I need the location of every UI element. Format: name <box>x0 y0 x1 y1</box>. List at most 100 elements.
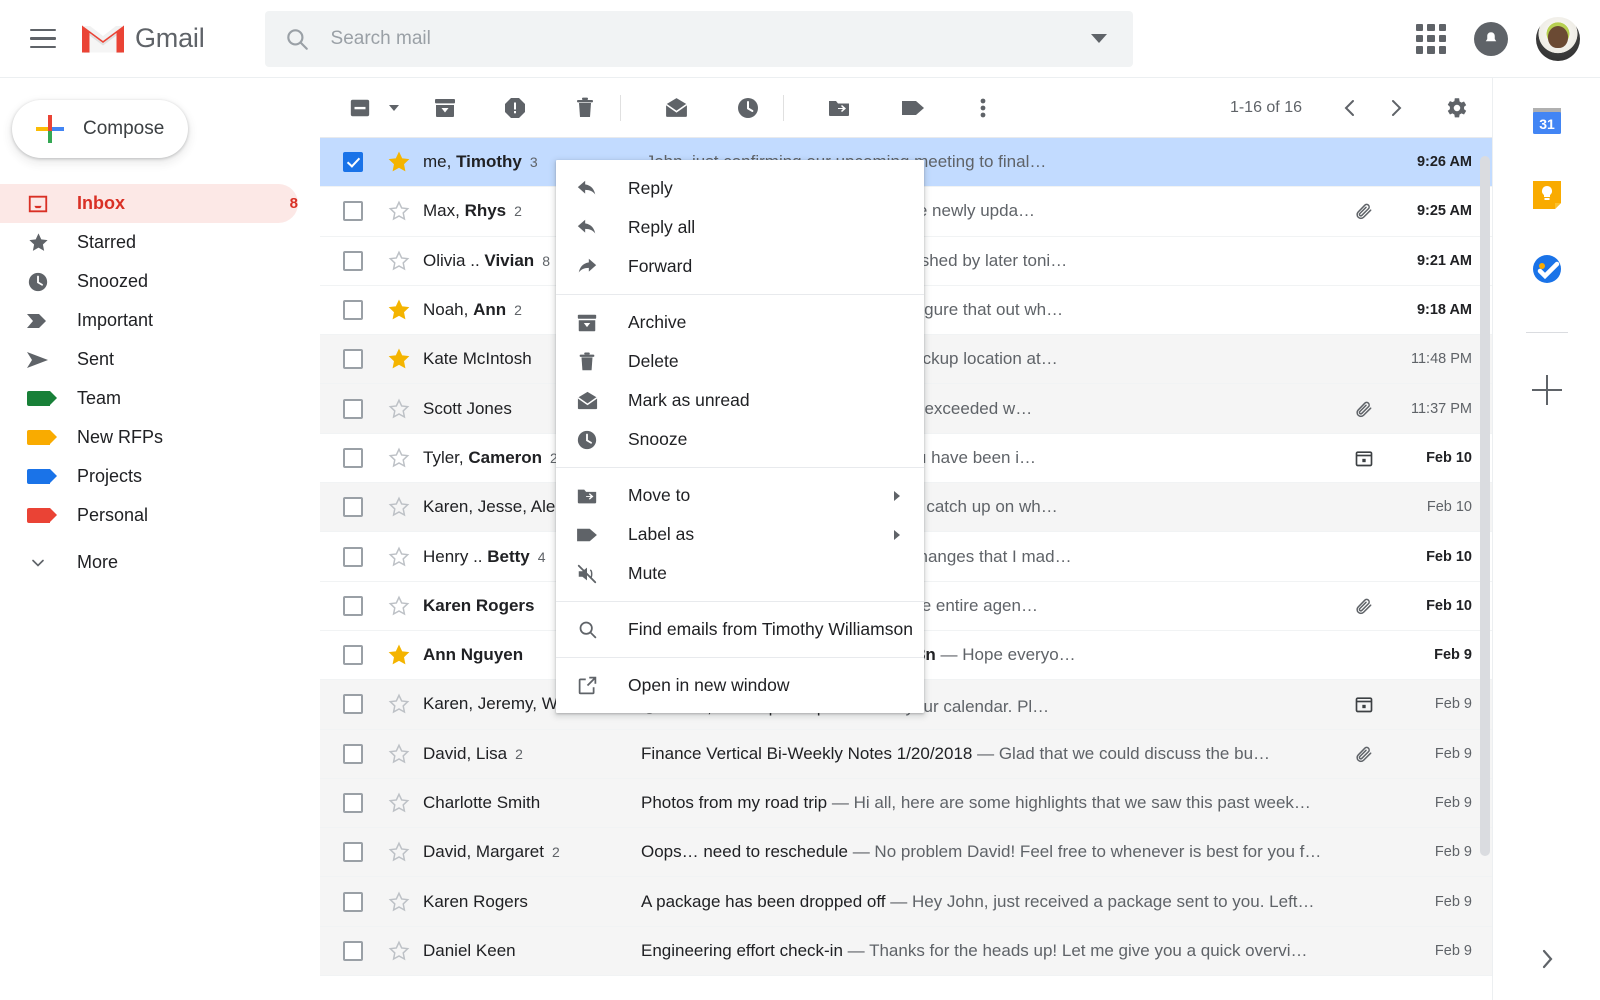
left-sidebar: Compose Inbox 8 Starred Snoozed Importan… <box>0 78 320 1000</box>
row-checkbox[interactable] <box>343 250 363 271</box>
expand-panel-chevron-right-icon[interactable] <box>1538 946 1556 972</box>
table-row[interactable]: David, Margaret 2 Oops… need to reschedule… <box>320 828 1492 878</box>
email-date: Feb 9 <box>1434 647 1472 664</box>
sidebar-item-projects[interactable]: Projects <box>0 457 298 496</box>
table-row[interactable]: Karen Rogers A package has been dropped o… <box>320 877 1492 927</box>
menu-item-mark-as-unread[interactable]: Mark as unread <box>556 381 924 420</box>
email-date: Feb 10 <box>1426 499 1472 516</box>
hamburger-icon[interactable] <box>21 17 65 61</box>
menu-item-delete[interactable]: Delete <box>556 342 924 381</box>
next-page-chevron-right-icon[interactable] <box>1376 88 1416 128</box>
row-checkbox[interactable] <box>343 497 363 518</box>
star-icon[interactable] <box>380 693 418 715</box>
row-checkbox[interactable] <box>343 743 363 764</box>
row-checkbox[interactable] <box>343 940 363 961</box>
row-checkbox[interactable] <box>343 152 363 173</box>
snooze-icon[interactable] <box>726 86 770 130</box>
select-dropdown-chevron-down-icon[interactable] <box>389 104 399 111</box>
row-checkbox[interactable] <box>343 349 363 370</box>
table-row[interactable]: Charlotte Smith Photos from my road trip … <box>320 778 1492 829</box>
google-calendar-icon[interactable]: 31 <box>1530 104 1564 138</box>
star-icon[interactable] <box>380 348 418 370</box>
google-keep-icon[interactable] <box>1530 178 1564 212</box>
star-icon[interactable] <box>380 398 418 420</box>
snooze-icon <box>572 429 602 451</box>
search-bar[interactable] <box>264 10 1133 67</box>
star-icon[interactable] <box>380 200 418 222</box>
row-checkbox[interactable] <box>343 398 363 419</box>
menu-item-reply[interactable]: Reply <box>556 169 924 208</box>
star-icon[interactable] <box>380 841 418 863</box>
star-icon[interactable] <box>380 644 418 666</box>
gear-icon[interactable] <box>1436 88 1476 128</box>
row-checkbox[interactable] <box>343 447 363 468</box>
menu-item-reply-all[interactable]: Reply all <box>556 208 924 247</box>
star-icon[interactable] <box>380 299 418 321</box>
row-checkbox[interactable] <box>343 842 363 863</box>
star-icon[interactable] <box>380 891 418 913</box>
sidebar-label: Inbox <box>77 193 125 213</box>
sidebar-item-inbox[interactable]: Inbox 8 <box>0 184 298 223</box>
row-checkbox[interactable] <box>343 891 363 912</box>
sidebar-item-important[interactable]: Important <box>0 301 298 340</box>
star-icon[interactable] <box>380 792 418 814</box>
star-icon[interactable] <box>380 496 418 518</box>
sidebar-label: Sent <box>77 349 115 369</box>
apps-grid-icon[interactable] <box>1416 23 1446 54</box>
labels-icon[interactable] <box>891 86 935 130</box>
archive-icon[interactable] <box>423 86 467 130</box>
sidebar-item-starred[interactable]: Starred <box>0 223 298 262</box>
menu-item-mute[interactable]: Mute <box>556 554 924 593</box>
select-all-icon[interactable] <box>338 86 382 130</box>
move-to-icon[interactable] <box>817 86 861 130</box>
sidebar-item-more[interactable]: More <box>0 543 298 582</box>
list-scrollbar[interactable] <box>1478 138 1492 1000</box>
star-icon[interactable] <box>380 743 418 765</box>
menu-item-archive[interactable]: Archive <box>556 303 924 342</box>
search-options-chevron-down-icon[interactable] <box>1090 34 1107 43</box>
star-icon[interactable] <box>380 447 418 469</box>
table-row[interactable]: David, Lisa 2 Finance Vertical Bi-Weekly N… <box>320 729 1492 779</box>
star-icon[interactable] <box>380 595 418 617</box>
previous-page-chevron-left-icon[interactable] <box>1330 88 1370 128</box>
star-icon[interactable] <box>380 250 418 272</box>
important-icon <box>25 308 51 334</box>
menu-item-label-as[interactable]: Label as <box>556 515 924 554</box>
sidebar-item-snoozed[interactable]: Snoozed <box>0 262 298 301</box>
star-icon[interactable] <box>380 940 418 962</box>
row-checkbox[interactable] <box>343 645 363 666</box>
sidebar-item-new-rfps[interactable]: New RFPs <box>0 418 298 457</box>
avatar[interactable] <box>1536 16 1580 61</box>
row-checkbox[interactable] <box>343 300 363 321</box>
row-checkbox[interactable] <box>343 546 363 567</box>
table-row[interactable]: Daniel Keen Engineering effort check-in —… <box>320 926 1492 977</box>
row-checkbox[interactable] <box>343 793 363 813</box>
menu-item-forward[interactable]: Forward <box>556 247 924 286</box>
notifications-bell-icon[interactable] <box>1474 21 1508 56</box>
menu-item-open-in-new-window[interactable]: Open in new window <box>556 666 924 705</box>
row-checkbox[interactable] <box>343 694 363 715</box>
row-checkbox[interactable] <box>343 201 363 222</box>
compose-button[interactable]: Compose <box>12 100 188 158</box>
sidebar-item-team[interactable]: Team <box>0 379 298 418</box>
submenu-chevron-right-icon <box>894 490 900 501</box>
menu-item-find-emails-from-timothy-williamson[interactable]: Find emails from Timothy Williamson <box>556 610 924 649</box>
star-icon[interactable] <box>380 546 418 568</box>
menu-item-label: Find emails from Timothy Williamson <box>628 619 913 639</box>
google-tasks-icon[interactable] <box>1530 252 1564 286</box>
sidebar-item-sent[interactable]: Sent <box>0 340 298 379</box>
select-all-checkbox[interactable] <box>338 86 399 130</box>
search-input[interactable] <box>330 27 1091 50</box>
email-context-menu[interactable]: Reply Reply all Forward Archive Delete Mark a… <box>556 160 924 713</box>
row-checkbox[interactable] <box>343 595 363 616</box>
report-spam-icon[interactable] <box>493 86 537 130</box>
add-addon-plus-icon[interactable] <box>1530 373 1564 407</box>
sidebar-item-personal[interactable]: Personal <box>0 496 298 535</box>
delete-icon[interactable] <box>563 86 607 130</box>
menu-item-move-to[interactable]: Move to <box>556 476 924 515</box>
scrollbar-thumb[interactable] <box>1480 156 1490 856</box>
mark-unread-icon[interactable] <box>654 86 698 130</box>
menu-item-snooze[interactable]: Snooze <box>556 420 924 459</box>
star-icon[interactable] <box>380 151 418 173</box>
more-options-icon[interactable] <box>961 86 1005 130</box>
